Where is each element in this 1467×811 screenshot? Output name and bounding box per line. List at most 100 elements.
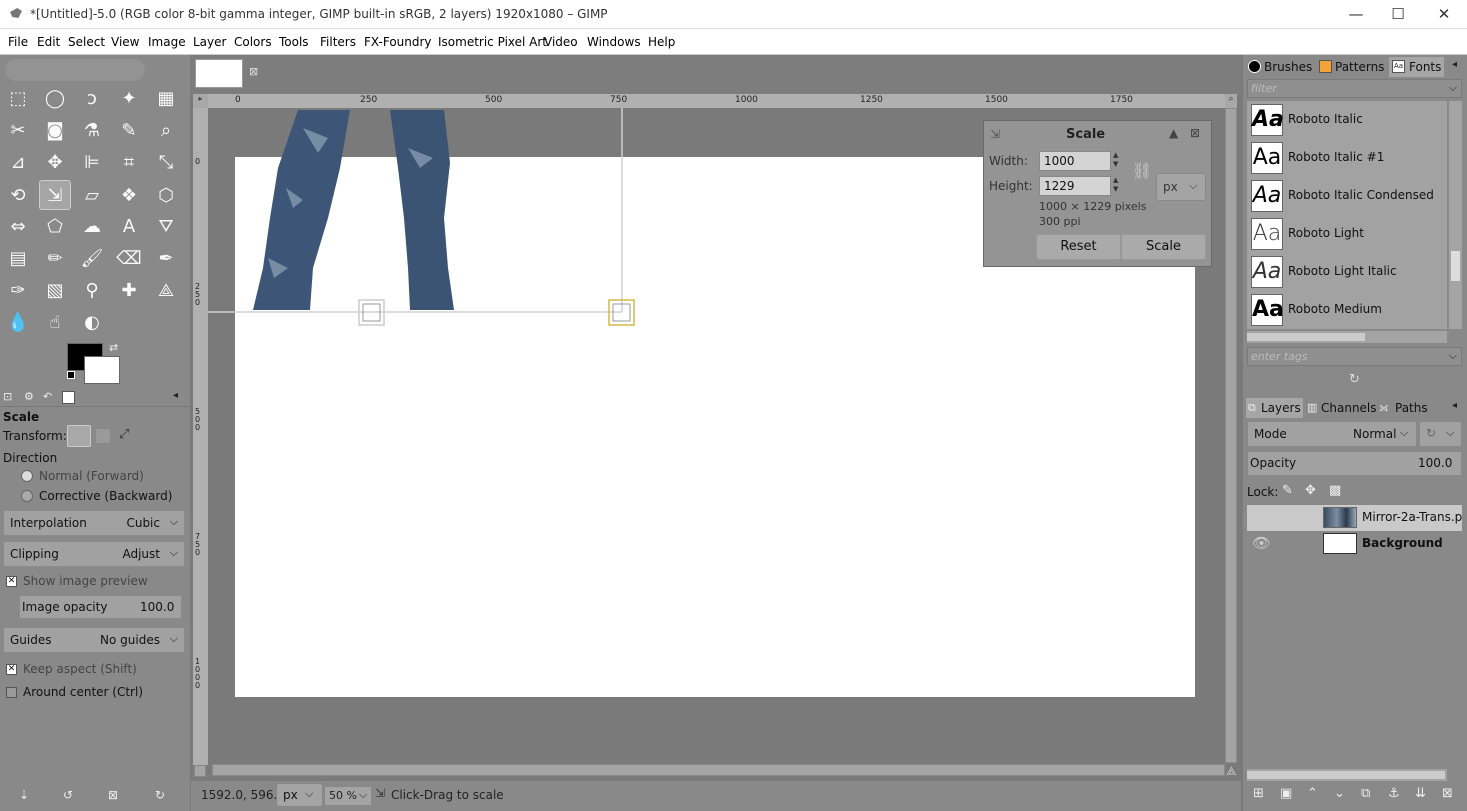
direction-corrective-radio[interactable] [21,490,33,502]
layer-row[interactable]: Mirror-2a-Trans.p [1247,505,1462,531]
composite-mode-combo[interactable]: ↻ ⌵ [1419,421,1462,447]
clipping-combo[interactable]: Clipping Adjust ⌵ [3,541,185,567]
refresh-icon[interactable]: ↻ [1349,372,1360,387]
images-tab-icon[interactable] [62,391,75,404]
status-unit-combo[interactable]: px ⌵ [276,783,323,807]
cage-transform-icon[interactable]: ⬠ [39,211,71,241]
scale-button[interactable]: Scale [1121,234,1206,260]
menu-video[interactable]: Video [539,29,583,55]
tab-layers[interactable]: Layers [1261,398,1301,418]
menu-colors[interactable]: Colors [229,29,277,55]
scale-tool-icon[interactable]: ⇲ [39,180,71,210]
free-select-icon[interactable]: ↄ [76,83,108,113]
fuzzy-select-icon[interactable]: ✦ [113,83,145,113]
menu-help[interactable]: Help [643,29,680,55]
text-icon[interactable]: A [113,211,145,241]
navigate-corner-icon[interactable] [194,765,206,777]
pencil-icon[interactable]: ✏ [39,243,71,273]
font-item[interactable]: Aa Roboto Light [1247,215,1447,253]
transform-selection-icon[interactable] [96,429,110,443]
raise-layer-icon[interactable]: ⌃ [1307,786,1318,801]
anchor-layer-icon[interactable]: ⚓ [1388,786,1400,801]
layer-mode-combo[interactable]: Mode Normal ⌵ [1247,421,1417,447]
image-tab-thumbnail[interactable] [195,59,243,88]
rect-select-icon[interactable]: ⬚ [2,83,34,113]
maximize-button[interactable]: ☐ [1388,4,1408,24]
minimize-button[interactable]: — [1346,4,1366,24]
menu-select[interactable]: Select [63,29,110,55]
ink-icon[interactable]: ✑ [2,275,34,305]
scale-transform-frame[interactable] [208,108,648,333]
tab-channels[interactable]: Channels [1321,398,1377,418]
image-opacity-spin[interactable]: Image opacity 100.0 [19,595,182,619]
blend-icon[interactable]: ▤ [2,243,34,273]
device-status-tab-icon[interactable]: ⚙ [24,390,34,403]
chain-link-icon[interactable]: ⛓ [1132,161,1152,180]
lower-layer-icon[interactable]: ⌄ [1334,786,1345,801]
merge-down-icon[interactable]: ⇊ [1415,786,1426,801]
smudge-icon[interactable]: ☝ [39,307,71,337]
around-center-checkbox[interactable] [6,687,17,698]
clone-icon[interactable]: ⚲ [76,275,108,305]
tab-brushes[interactable]: Brushes [1264,57,1312,77]
paintbrush-icon[interactable]: 🖌 [76,243,108,273]
width-input[interactable]: 1000 [1039,151,1111,171]
close-button[interactable]: ✕ [1434,4,1454,24]
font-item[interactable]: Aa Roboto Italic Condensed [1247,177,1447,215]
tags-input[interactable]: enter tags ⌵ [1247,347,1462,366]
navigate-icon[interactable]: ⟁ [1226,764,1237,779]
menu-isometric-pixel-art[interactable]: Isometric Pixel Art [433,29,552,55]
undo-history-tab-icon[interactable]: ↶ [43,390,52,403]
close-dialog-icon[interactable]: ⊠ [1190,126,1200,140]
font-filter-input[interactable]: filter ⌵ [1247,79,1462,98]
lock-pixels-icon[interactable]: ✎ [1282,483,1293,498]
zoom-to-fit-icon[interactable]: ⌕ [1225,94,1237,108]
height-input[interactable]: 1229 [1039,176,1111,196]
smudge-mini-icon[interactable]: ☁ [76,211,108,241]
lock-position-icon[interactable]: ✥ [1305,483,1316,498]
delete-options-icon[interactable]: ⊠ [108,788,118,802]
layer-opacity-spin[interactable]: Opacity 100.0 [1247,451,1462,476]
zoom-combo[interactable]: 50 % ⌵ [324,786,372,806]
transform-path-icon[interactable]: ⤢ [119,427,129,442]
eraser-icon[interactable]: ⌫ [113,243,145,273]
menu-image[interactable]: Image [143,29,191,55]
layer-row[interactable]: 👁 Background [1247,531,1462,557]
tab-paths[interactable]: Paths [1395,398,1428,418]
menu-windows[interactable]: Windows [582,29,646,55]
fonts-horizontal-scrollbar[interactable] [1247,331,1447,343]
bucket-fill-icon[interactable]: ⛛ [150,211,182,241]
menu-view[interactable]: View [106,29,144,55]
measure-icon[interactable]: ⊿ [2,147,34,177]
guides-combo[interactable]: Guides No guides ⌵ [3,627,185,653]
restore-options-icon[interactable]: ↺ [63,788,73,802]
heal-icon[interactable]: ✚ [113,275,145,305]
perspective-clone-icon[interactable]: ⟁ [150,275,182,305]
menu-file[interactable]: File [3,29,33,55]
quick-mask-corner-icon[interactable]: ▸ [193,94,208,108]
scroll-thumb[interactable] [1451,251,1460,281]
height-spinner-icon[interactable]: ▲ ▼ [1113,176,1118,194]
fonts-vertical-scrollbar[interactable] [1449,101,1462,329]
transform-layer-button[interactable] [67,425,91,447]
font-item[interactable]: Aa Roboto Light Italic [1247,253,1447,291]
eye-visibility-icon[interactable]: 👁 [1252,534,1271,552]
scroll-thumb[interactable] [1247,333,1365,341]
tool-options-tab-icon[interactable]: ⊡ [3,390,12,403]
scissors-icon[interactable]: ✂ [2,115,34,145]
flip-icon[interactable]: ⇔ [2,211,34,241]
delete-layer-icon[interactable]: ⊠ [1442,786,1453,801]
layers-horizontal-scrollbar[interactable] [1247,769,1447,781]
save-options-icon[interactable]: ⇣ [19,788,29,802]
shear-icon[interactable]: ▱ [76,180,108,210]
horizontal-scrollbar[interactable] [212,764,1225,776]
collapse-icon[interactable]: ▲ [1169,126,1178,140]
menu-layer[interactable]: Layer [188,29,231,55]
vertical-scrollbar[interactable] [1225,108,1237,763]
reset-button[interactable]: Reset [1036,234,1121,260]
panel-menu-icon[interactable]: ◂ [1452,400,1457,411]
panel-menu-icon[interactable]: ◂ [173,390,178,401]
new-group-icon[interactable]: ▣ [1280,786,1292,801]
interpolation-combo[interactable]: Interpolation Cubic ⌵ [3,510,185,536]
select-by-color-icon[interactable]: ▦ [150,83,182,113]
